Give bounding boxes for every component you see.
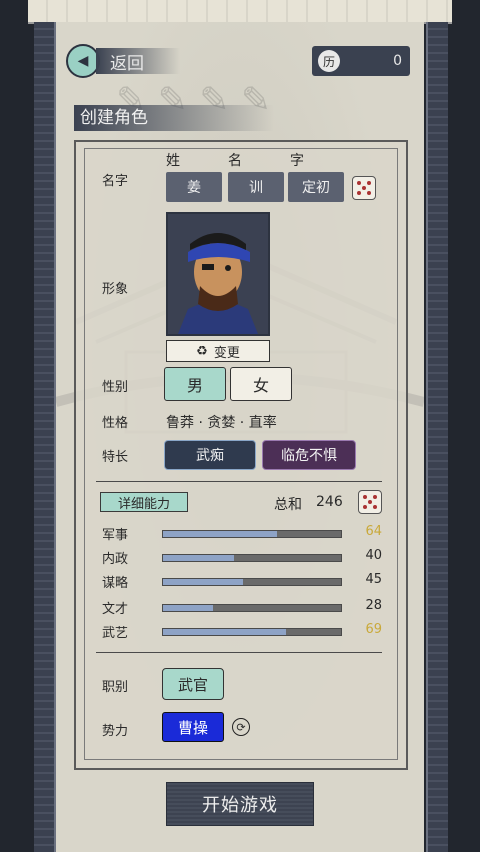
change-appearance-label: 变更 <box>213 345 240 361</box>
stat-value: 64 <box>365 524 382 539</box>
stat-bar <box>162 530 342 538</box>
stat-row: 谋略 45 <box>102 572 382 592</box>
stat-row: 军事 64 <box>102 524 382 544</box>
personality-label: 性格 <box>102 416 129 431</box>
left-scroll-border <box>34 22 56 852</box>
stat-value: 40 <box>365 548 382 563</box>
personality-value: 鲁莽 · 贪婪 · 直率 <box>166 415 277 431</box>
divider-top <box>96 481 382 482</box>
trait-fearless[interactable]: 临危不惧 <box>262 440 356 470</box>
stat-name: 文才 <box>102 602 129 617</box>
given-name-field[interactable]: 训 <box>228 172 284 202</box>
faction-button[interactable]: 曹操 <box>162 712 224 742</box>
divider-bottom <box>96 652 382 653</box>
courtesy-name-field[interactable]: 定初 <box>288 172 344 202</box>
stat-bar <box>162 604 342 612</box>
top-ornament <box>28 0 452 24</box>
character-portrait <box>166 212 270 336</box>
swap-faction-icon[interactable]: ⟳ <box>232 718 250 736</box>
right-scroll-border <box>426 22 448 852</box>
stat-bar-fill <box>163 579 244 585</box>
faction-label: 势力 <box>102 724 129 739</box>
stat-row: 武艺 69 <box>102 622 382 642</box>
coin-value: 0 <box>393 53 402 69</box>
stat-value: 69 <box>365 622 382 637</box>
surname-field[interactable]: 姜 <box>166 172 222 202</box>
given-name-header: 名 <box>228 153 242 169</box>
back-arrow-icon: ◀ <box>66 44 100 78</box>
reroll-stats-dice-icon[interactable] <box>358 490 382 514</box>
dice-icon[interactable] <box>352 176 376 200</box>
back-label: 返回 <box>96 48 180 74</box>
stat-bar-fill <box>163 605 213 611</box>
stat-bar-fill <box>163 629 286 635</box>
gender-label: 性别 <box>102 380 129 395</box>
stat-row: 内政 40 <box>102 548 382 568</box>
surname-header: 姓 <box>166 153 180 169</box>
trait-martial-enthusiast[interactable]: 武痴 <box>164 440 256 470</box>
stat-bar-fill <box>163 555 235 561</box>
stat-name: 内政 <box>102 552 129 567</box>
stat-bar <box>162 578 342 586</box>
gender-male-button[interactable]: 男 <box>164 367 226 401</box>
change-appearance-button[interactable]: ♻ 变更 <box>166 340 270 362</box>
courtesy-name-header: 字 <box>290 153 304 169</box>
detail-abilities-button[interactable]: 详细能力 <box>100 492 188 512</box>
traits-label: 特长 <box>102 450 129 465</box>
total-value: 246 <box>316 494 343 510</box>
refresh-icon: ♻ <box>196 343 208 359</box>
page-title: 创建角色 <box>74 105 274 131</box>
currency-display: 历 0 <box>312 46 410 76</box>
stat-name: 武艺 <box>102 626 129 641</box>
stat-name: 谋略 <box>102 576 129 591</box>
stat-name: 军事 <box>102 528 129 543</box>
stat-value: 28 <box>365 598 382 613</box>
stat-bar <box>162 628 342 636</box>
total-label: 总和 <box>274 497 302 513</box>
name-label: 名字 <box>102 174 129 189</box>
stat-bar <box>162 554 342 562</box>
coin-icon: 历 <box>318 50 340 72</box>
stat-value: 45 <box>365 572 382 587</box>
stat-bar-fill <box>163 531 277 537</box>
start-game-button[interactable]: 开始游戏 <box>166 782 314 826</box>
stat-row: 文才 28 <box>102 598 382 618</box>
back-button[interactable]: ◀ 返回 <box>66 44 180 78</box>
gender-female-button[interactable]: 女 <box>230 367 292 401</box>
job-label: 职别 <box>102 680 129 695</box>
job-button[interactable]: 武官 <box>162 668 224 700</box>
appearance-label: 形象 <box>102 282 129 297</box>
